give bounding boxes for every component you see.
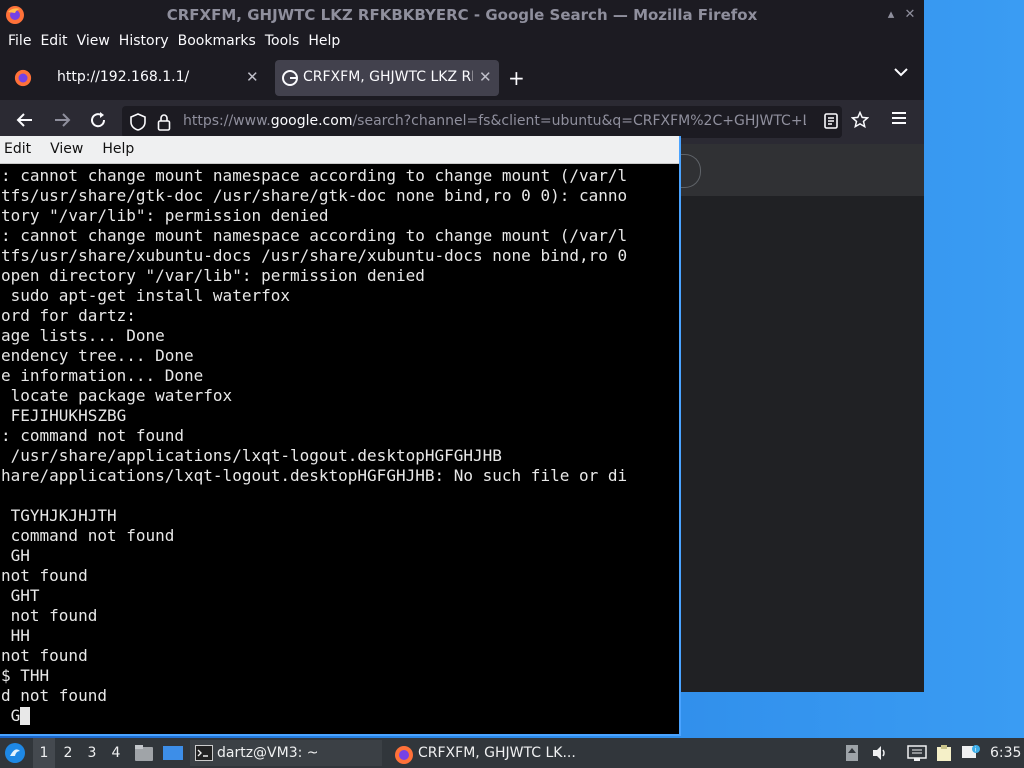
back-icon[interactable] bbox=[16, 111, 34, 129]
terminal-line: $ THH bbox=[1, 666, 50, 685]
task-terminal[interactable]: dartz@VM3: ~ bbox=[190, 740, 382, 766]
terminal-line: hare/applications/lxqt-logout.desktopHGF… bbox=[1, 466, 628, 485]
terminal-line: G bbox=[1, 706, 31, 726]
terminal-menu-edit[interactable]: Edit bbox=[4, 136, 31, 157]
tab-router[interactable]: http://192.168.1.1/ ✕ bbox=[0, 60, 268, 96]
terminal-line: sudo apt-get install waterfox bbox=[1, 286, 290, 305]
menu-help[interactable]: Help bbox=[308, 30, 340, 49]
file-manager-icon[interactable] bbox=[134, 743, 154, 763]
terminal-line: e information... Done bbox=[1, 366, 204, 385]
reload-icon[interactable] bbox=[89, 111, 107, 129]
menubar: File Edit View History Bookmarks Tools Help bbox=[0, 30, 924, 56]
terminal-menu-view[interactable]: View bbox=[50, 136, 83, 157]
show-desktop-icon[interactable] bbox=[162, 743, 184, 763]
terminal-cursor bbox=[20, 707, 31, 725]
terminal-icon bbox=[195, 745, 213, 761]
start-menu-icon[interactable] bbox=[4, 742, 26, 764]
minimize-icon[interactable]: ▴ bbox=[884, 8, 898, 22]
terminal-line: endency tree... Done bbox=[1, 346, 194, 365]
task-label: CRFXFM, GHJWTC LK... bbox=[418, 745, 576, 761]
close-tab-icon[interactable]: ✕ bbox=[479, 68, 492, 86]
terminal-line: TGYHJKJHJTH bbox=[1, 506, 117, 525]
close-icon[interactable]: ✕ bbox=[903, 8, 917, 22]
terminal-line: /usr/share/applications/lxqt-logout.desk… bbox=[1, 446, 502, 465]
task-firefox[interactable]: CRFXFM, GHJWTC LK... bbox=[390, 740, 590, 766]
terminal-line: HH bbox=[1, 626, 30, 645]
terminal-line: tfs/usr/share/xubuntu-docs /usr/share/xu… bbox=[1, 246, 628, 265]
terminal-line: ord for dartz: bbox=[1, 306, 136, 325]
google-icon bbox=[282, 70, 298, 86]
terminal-line: not found bbox=[1, 606, 98, 625]
terminal-line: : cannot change mount namespace accordin… bbox=[1, 166, 628, 185]
bookmark-star-icon[interactable] bbox=[851, 111, 869, 129]
clipboard-icon[interactable] bbox=[935, 744, 953, 762]
update-notifier-icon[interactable] bbox=[845, 744, 863, 762]
reader-view-icon[interactable] bbox=[824, 113, 838, 129]
terminal-line: locate package waterfox bbox=[1, 386, 233, 405]
network-icon[interactable] bbox=[907, 744, 927, 762]
terminal-window[interactable]: Edit View Help : cannot change mount names… bbox=[0, 136, 681, 736]
list-all-tabs-icon[interactable] bbox=[893, 66, 909, 78]
menu-file[interactable]: File bbox=[8, 30, 31, 49]
terminal-line: tory "/var/lib": permission denied bbox=[1, 206, 329, 225]
menu-history[interactable]: History bbox=[119, 30, 169, 49]
tab-google-search[interactable]: CRFXFM, GHJWTC LKZ RFKBKBYERC - Google S… bbox=[275, 60, 499, 96]
terminal-line: : command not found bbox=[1, 426, 185, 445]
new-tab-icon[interactable]: + bbox=[508, 66, 525, 90]
terminal-line: GH bbox=[1, 546, 30, 565]
terminal-line: open directory "/var/lib": permission de… bbox=[1, 266, 425, 285]
app-menu-icon[interactable] bbox=[891, 111, 907, 125]
workspace-3[interactable]: 3 bbox=[81, 738, 103, 768]
terminal-line: age lists... Done bbox=[1, 326, 165, 345]
terminal-line: GHT bbox=[1, 586, 40, 605]
menu-view[interactable]: View bbox=[77, 30, 110, 49]
terminal-line: command not found bbox=[1, 526, 175, 545]
notification-icon[interactable]: i bbox=[961, 744, 980, 762]
tracking-protection-icon[interactable] bbox=[130, 113, 146, 131]
firefox-view-icon[interactable] bbox=[14, 69, 32, 87]
terminal-menu-help[interactable]: Help bbox=[102, 136, 134, 157]
window-titlebar[interactable]: CRFXFM, GHJWTC LKZ RFKBKBYERC - Google S… bbox=[0, 0, 924, 30]
tab-strip: http://192.168.1.1/ ✕ CRFXFM, GHJWTC LKZ… bbox=[0, 56, 924, 100]
terminal-line: : cannot change mount namespace accordin… bbox=[1, 226, 628, 245]
menu-bookmarks[interactable]: Bookmarks bbox=[178, 30, 256, 49]
terminal-line: d not found bbox=[1, 686, 107, 705]
volume-icon[interactable] bbox=[871, 744, 889, 762]
window-title: CRFXFM, GHJWTC LKZ RFKBKBYERC - Google S… bbox=[166, 6, 758, 24]
taskbar: 1 2 3 4 dartz@VM3: ~ CRFXFM, GHJWTC LK..… bbox=[0, 738, 1024, 768]
terminal-line: not found bbox=[1, 646, 88, 665]
forward-icon[interactable] bbox=[53, 111, 71, 129]
terminal-menubar: Edit View Help bbox=[0, 136, 679, 164]
url-bar[interactable]: https://www.google.com/search?channel=fs… bbox=[122, 106, 842, 138]
terminal-line: FEJIHUKHSZBG bbox=[1, 406, 127, 425]
terminal-output[interactable]: : cannot change mount namespace accordin… bbox=[0, 165, 679, 731]
clock[interactable]: 6:35 bbox=[990, 738, 1021, 768]
menu-edit[interactable]: Edit bbox=[40, 30, 67, 49]
close-tab-icon[interactable]: ✕ bbox=[246, 68, 259, 86]
tab-label: CRFXFM, GHJWTC LKZ RFKBKBYERC - Google S… bbox=[303, 69, 473, 85]
tab-label: http://192.168.1.1/ bbox=[57, 69, 190, 85]
firefox-icon bbox=[394, 745, 414, 764]
workspace-1[interactable]: 1 bbox=[33, 738, 55, 768]
url-text: https://www.google.com/search?channel=fs… bbox=[183, 113, 842, 129]
task-label: dartz@VM3: ~ bbox=[217, 745, 319, 761]
terminal-line: tfs/usr/share/gtk-doc /usr/share/gtk-doc… bbox=[1, 186, 628, 205]
terminal-line: not found bbox=[1, 566, 88, 585]
workspace-2[interactable]: 2 bbox=[57, 738, 79, 768]
workspace-4[interactable]: 4 bbox=[105, 738, 127, 768]
lock-icon[interactable] bbox=[157, 113, 171, 131]
menu-tools[interactable]: Tools bbox=[265, 30, 300, 49]
